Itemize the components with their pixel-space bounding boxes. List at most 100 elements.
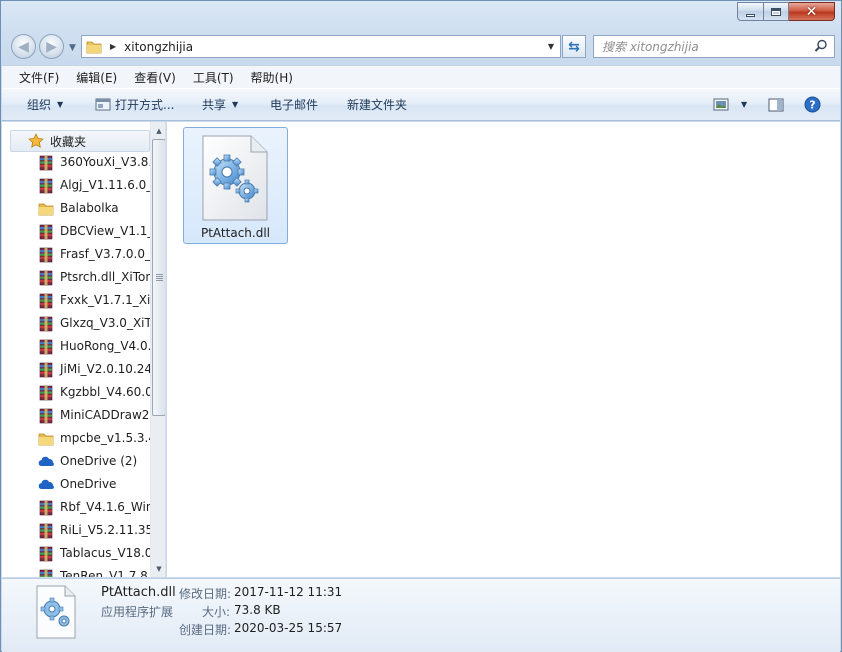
help-icon: ? [804, 96, 821, 113]
menu-bar: 文件(F) 编辑(E) 查看(V) 工具(T) 帮助(H) [2, 65, 840, 88]
new-folder-label: 新建文件夹 [347, 98, 408, 112]
sidebar-item-label: mpcbe_v1.5.3.4 [60, 431, 150, 445]
share-button[interactable]: 共享 ▼ [202, 88, 238, 121]
sidebar-item-favorites[interactable]: 收藏夹 [2, 130, 150, 152]
folder-icon [86, 41, 102, 53]
details-file-name: PtAttach.dll [101, 585, 176, 600]
sidebar-item[interactable]: mpcbe_v1.5.3.4 [2, 428, 150, 450]
sidebar-item[interactable]: Rbf_V4.1.6_Win [2, 497, 150, 519]
maximize-icon [771, 7, 781, 16]
sidebar-item-label: Tablacus_V18.0 [60, 546, 150, 560]
dll-gear-icon [202, 135, 268, 221]
folder-icon [38, 203, 54, 216]
sidebar-item[interactable]: OneDrive [2, 474, 150, 496]
menu-view[interactable]: 查看(V) [134, 69, 176, 86]
sidebar-item-label: Ptsrch.dll_XiTon [60, 270, 150, 284]
sidebar-item-label: Frasf_V3.7.0.0_X [60, 247, 150, 261]
sidebar-item[interactable]: Frasf_V3.7.0.0_X [2, 244, 150, 266]
menu-edit[interactable]: 编辑(E) [76, 69, 117, 86]
address-bar[interactable]: ▶ xitongzhijia ▼ [81, 35, 561, 58]
archive-icon [39, 500, 53, 516]
refresh-icon: ⇆ [568, 38, 580, 55]
archive-icon [39, 293, 53, 309]
sidebar-item-label: Rbf_V4.1.6_Win [60, 500, 150, 514]
change-view-button[interactable]: ▼ [713, 88, 747, 121]
search-box[interactable] [593, 35, 835, 58]
close-icon: ✕ [805, 3, 818, 20]
new-folder-button[interactable]: 新建文件夹 [347, 88, 407, 121]
onedrive-icon [38, 479, 54, 489]
archive-icon [39, 316, 53, 332]
sidebar-item[interactable]: MiniCADDraw20 [2, 405, 150, 427]
close-button[interactable]: ✕ [789, 2, 835, 21]
sidebar-item[interactable]: 360YouXi_V3.8.7 [2, 152, 150, 174]
help-button[interactable]: ? [804, 88, 821, 121]
sidebar-item-label: MiniCADDraw20 [60, 408, 150, 422]
chevron-down-icon: ▼ [57, 100, 64, 109]
sidebar-item[interactable]: Balabolka [2, 198, 150, 220]
share-label: 共享 [202, 98, 227, 112]
breadcrumb-separator-icon[interactable]: ▶ [110, 42, 116, 51]
sidebar-item-label: OneDrive [60, 477, 117, 491]
forward-button[interactable]: ▶ [39, 34, 64, 59]
open-with-button[interactable]: 打开方式... [95, 88, 174, 121]
sidebar-item[interactable]: Algj_V1.11.6.0_X [2, 175, 150, 197]
organize-button[interactable]: 组织 ▼ [27, 88, 63, 121]
sidebar-item[interactable]: Fxxk_V1.7.1_XiT [2, 290, 150, 312]
menu-tools[interactable]: 工具(T) [193, 69, 234, 86]
breadcrumb-current[interactable]: xitongzhijia [124, 40, 193, 54]
back-button[interactable]: ◀ [11, 34, 36, 59]
preview-pane-button[interactable] [768, 88, 784, 121]
history-buttons: ◀ ▶ ▼ [11, 34, 83, 60]
recent-pages-dropdown[interactable]: ▼ [69, 43, 76, 53]
chevron-down-icon: ▼ [232, 100, 239, 109]
archive-icon [39, 546, 53, 562]
sidebar-item[interactable]: TenRen_V1.7.8 [2, 566, 150, 577]
archive-icon [39, 339, 53, 355]
search-icon[interactable] [814, 39, 828, 53]
sidebar-item-label: RiLi_V5.2.11.354 [60, 523, 150, 537]
menu-help[interactable]: 帮助(H) [251, 69, 293, 86]
sidebar-item-label: Glxzq_V3.0_XiTo [60, 316, 150, 330]
created-value: 2020-03-25 15:57 [234, 621, 343, 635]
arrow-right-icon: ▶ [46, 38, 57, 55]
sidebar-item[interactable]: DBCView_V1.1_X [2, 221, 150, 243]
preview-pane-icon [768, 98, 784, 111]
email-button[interactable]: 电子邮件 [270, 88, 318, 121]
size-label: 大小: [201, 605, 230, 619]
sidebar-item[interactable]: Tablacus_V18.0 [2, 543, 150, 565]
search-input[interactable] [602, 39, 812, 54]
file-list-pane[interactable]: PtAttach.dll [167, 122, 840, 577]
refresh-button[interactable]: ⇆ [562, 35, 586, 58]
maximize-button[interactable] [764, 2, 789, 21]
minimize-button[interactable] [737, 2, 764, 21]
sidebar-item-label: Algj_V1.11.6.0_X [60, 178, 150, 192]
file-item[interactable]: PtAttach.dll [183, 127, 288, 244]
sidebar-item[interactable]: RiLi_V5.2.11.354 [2, 520, 150, 542]
archive-icon [39, 178, 53, 194]
navigation-pane: 收藏夹 360YouXi_V3.8.7 Algj_V1.11.6.0_X Balab… [2, 122, 166, 577]
sidebar-item-label: HuoRong_V4.0. [60, 339, 150, 353]
sidebar-item[interactable]: Ptsrch.dll_XiTon [2, 267, 150, 289]
scroll-down-icon[interactable]: ▼ [151, 560, 165, 577]
archive-icon [39, 385, 53, 401]
sidebar-scrollbar[interactable]: ▲ ▼ [150, 122, 165, 577]
scrollbar-thumb[interactable] [152, 139, 165, 416]
menu-file[interactable]: 文件(F) [19, 69, 59, 86]
sidebar-item[interactable]: OneDrive (2) [2, 451, 150, 473]
archive-icon [39, 155, 53, 171]
sidebar-item[interactable]: JiMi_V2.0.10.24_ [2, 359, 150, 381]
scroll-up-icon[interactable]: ▲ [151, 122, 165, 139]
folder-icon [38, 433, 54, 446]
archive-icon [39, 523, 53, 539]
view-icon [713, 98, 729, 111]
archive-icon [39, 247, 53, 263]
modified-value: 2017-11-12 11:31 [234, 585, 343, 599]
window-controls: ✕ [737, 2, 835, 21]
sidebar-item[interactable]: Glxzq_V3.0_XiTo [2, 313, 150, 335]
details-pane: PtAttach.dll 应用程序扩展 修改日期: 2017-11-12 11:… [2, 578, 840, 652]
archive-icon [39, 224, 53, 240]
sidebar-item[interactable]: HuoRong_V4.0. [2, 336, 150, 358]
address-dropdown-icon[interactable]: ▼ [548, 42, 554, 51]
sidebar-item[interactable]: Kgzbbl_V4.60.0 [2, 382, 150, 404]
